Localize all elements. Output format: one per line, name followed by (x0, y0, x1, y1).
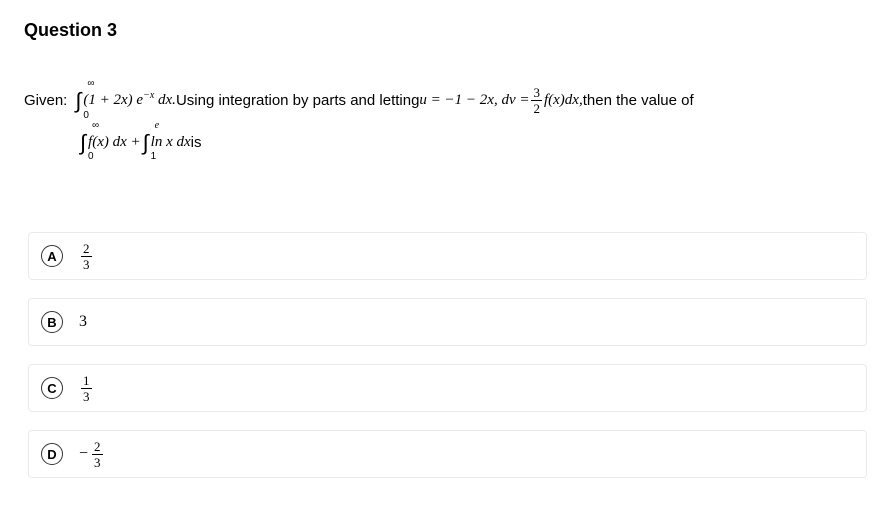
fx-dx: f(x)dx, (544, 87, 583, 114)
u-dv-eq: u = −1 − 2x, dv = (419, 87, 529, 114)
using-text: Using integration by parts and letting (176, 87, 419, 114)
integral-1: ∫ ∞ 0 (75, 81, 81, 121)
then-text: then the value of (583, 87, 694, 114)
integral-3: ∫ e 1 (143, 123, 149, 163)
option-letter-a: A (41, 245, 63, 267)
options-list: A 2 3 B 3 C 1 3 D − 2 3 (24, 232, 867, 478)
given-label: Given: (24, 87, 67, 114)
option-b[interactable]: B 3 (28, 298, 867, 346)
option-value-c: 1 3 (79, 374, 94, 403)
question-title: Question 3 (24, 20, 867, 41)
integrand-1: (1 + 2x) e−x dx. (83, 87, 176, 114)
option-value-a: 2 3 (79, 242, 94, 271)
frac-3-2: 3 2 (531, 86, 542, 115)
integral-2: ∫ ∞ 0 (80, 123, 86, 163)
option-d[interactable]: D − 2 3 (28, 430, 867, 478)
option-letter-d: D (41, 443, 63, 465)
option-letter-c: C (41, 377, 63, 399)
question-stem: Given: ∫ ∞ 0 (1 + 2x) e−x dx. Using inte… (24, 81, 867, 162)
option-value-b: 3 (79, 313, 87, 331)
option-c[interactable]: C 1 3 (28, 364, 867, 412)
option-letter-b: B (41, 311, 63, 333)
option-value-d: − 2 3 (79, 440, 105, 469)
option-a[interactable]: A 2 3 (28, 232, 867, 280)
is-text: is (191, 129, 202, 156)
